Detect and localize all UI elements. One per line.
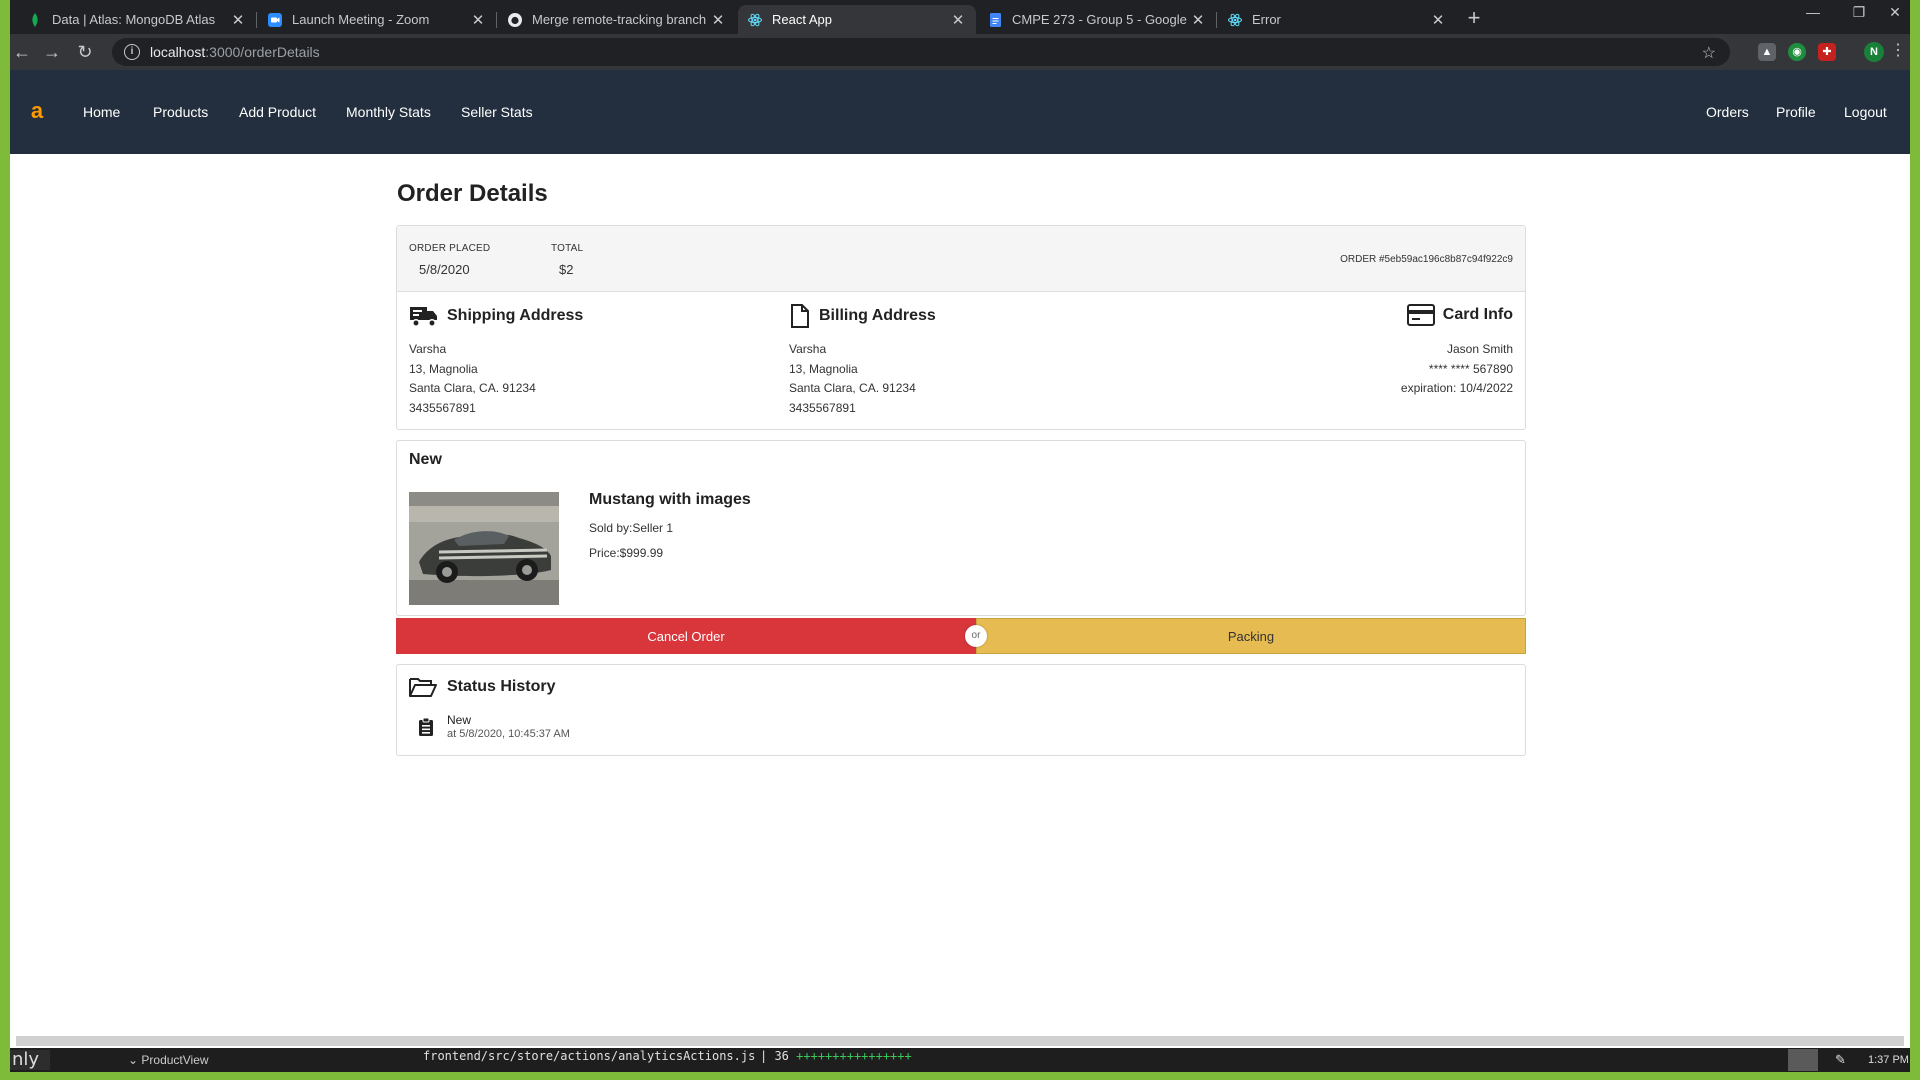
terminal-file-line: frontend/src/store/actions/analyticsActi… <box>423 1049 756 1063</box>
drive-extension-icon[interactable]: ▲ <box>1758 43 1776 61</box>
profile-avatar[interactable]: N <box>1864 42 1884 62</box>
product-view-dropdown[interactable]: ⌄ ProductView <box>128 1053 209 1067</box>
taskbar-box[interactable] <box>1788 1049 1818 1071</box>
reload-icon[interactable]: ↻ <box>73 40 97 64</box>
browser-window: Data | Atlas: MongoDB Atlas ✕ Launch Mee… <box>10 0 1910 1072</box>
order-item-card: New Mustang with images Sold by:Seller 1… <box>396 440 1526 616</box>
product-seller: Sold by:Seller 1 <box>589 521 674 535</box>
close-window-icon[interactable]: ✕ <box>1880 4 1910 21</box>
shipping-address: Varsha 13, Magnolia Santa Clara, CA. 912… <box>409 342 536 415</box>
chevron-down-icon: ⌄ <box>128 1053 142 1067</box>
browser-toolbar: ← → ↻ i localhost:3000/orderDetails ☆ ▲ … <box>10 34 1910 70</box>
order-summary-card: ORDER PLACED 5/8/2020 TOTAL $2 ORDER #5e… <box>396 225 1526 430</box>
order-total-label: TOTAL <box>551 243 584 254</box>
pen-icon[interactable]: ✎ <box>1835 1052 1846 1068</box>
clipboard-list-icon <box>419 717 433 741</box>
horizontal-scrollbar[interactable] <box>16 1036 1904 1046</box>
order-header: ORDER PLACED 5/8/2020 TOTAL $2 ORDER #5e… <box>397 226 1525 292</box>
close-tab-icon[interactable]: ✕ <box>1430 11 1446 29</box>
document-icon <box>789 304 811 328</box>
terminal-diff-stat: | 36 ++++++++++++++++ <box>760 1049 912 1063</box>
close-tab-icon[interactable]: ✕ <box>710 11 726 29</box>
billing-heading: Billing Address <box>789 304 936 328</box>
or-divider: or <box>965 625 987 647</box>
history-entry-status: New <box>447 713 472 727</box>
nav-seller-stats[interactable]: Seller Stats <box>461 104 533 120</box>
product-image[interactable] <box>409 492 559 605</box>
close-tab-icon[interactable]: ✕ <box>470 11 486 29</box>
order-total-value: $2 <box>559 262 574 277</box>
app-navbar: a Home Products Add Product Monthly Stat… <box>10 70 1910 154</box>
history-entry-time: at 5/8/2020, 10:45:37 AM <box>447 728 570 740</box>
forward-icon[interactable]: → <box>40 40 64 64</box>
close-tab-icon[interactable]: ✕ <box>950 11 966 29</box>
status-history-heading: Status History <box>409 677 555 697</box>
back-icon[interactable]: ← <box>10 40 34 64</box>
react-icon <box>748 13 762 27</box>
order-number: ORDER #5eb59ac196c8b87c94f922c9 <box>1340 254 1513 265</box>
mongodb-leaf-icon <box>28 12 42 27</box>
product-name[interactable]: Mustang with images <box>589 491 751 509</box>
tab-google-docs[interactable]: CMPE 273 - Group 5 - Google Do ✕ <box>978 5 1217 34</box>
restore-icon[interactable]: ❐ <box>1844 4 1874 21</box>
nav-products[interactable]: Products <box>153 104 208 120</box>
close-tab-icon[interactable]: ✕ <box>1190 11 1206 29</box>
minimize-icon[interactable]: — <box>1798 4 1828 20</box>
tab-mongodb[interactable]: Data | Atlas: MongoDB Atlas ✕ <box>18 5 257 34</box>
taskbar: nly ⌄ ProductView frontend/src/store/act… <box>10 1048 1910 1072</box>
item-status: New <box>409 451 442 468</box>
close-tab-icon[interactable]: ✕ <box>230 11 246 29</box>
tab-error[interactable]: Error ✕ <box>1218 5 1456 34</box>
status-history-card: Status History New at 5/8/2020, 10:45:37… <box>396 664 1526 756</box>
zoom-icon <box>268 12 282 27</box>
nav-add-product[interactable]: Add Product <box>239 104 316 120</box>
cancel-order-button[interactable]: Cancel Order <box>396 618 976 654</box>
new-tab-button[interactable]: + <box>1460 5 1488 33</box>
amazon-logo-icon[interactable]: a <box>26 98 48 124</box>
taskbar-clock: 1:37 PM <box>1868 1054 1909 1066</box>
credit-card-icon <box>1406 304 1435 326</box>
tab-react-app[interactable]: React App ✕ <box>738 5 976 34</box>
nav-home[interactable]: Home <box>83 104 120 120</box>
product-price: Price:$999.99 <box>589 546 664 560</box>
nav-logout[interactable]: Logout <box>1844 104 1887 120</box>
page-title: Order Details <box>397 180 548 207</box>
taskbar-left-text: nly <box>10 1050 50 1070</box>
card-info: Jason Smith **** **** 567890 expiration:… <box>1400 342 1513 395</box>
shipping-heading: Shipping Address <box>409 304 583 328</box>
nav-profile[interactable]: Profile <box>1776 104 1816 120</box>
nav-monthly-stats[interactable]: Monthly Stats <box>346 104 431 120</box>
tab-strip: Data | Atlas: MongoDB Atlas ✕ Launch Mee… <box>10 0 1910 34</box>
card-info-heading: Card Info <box>1406 304 1513 326</box>
tab-github[interactable]: Merge remote-tracking branch 'c ✕ <box>498 5 736 34</box>
order-placed-label: ORDER PLACED <box>409 243 491 254</box>
google-docs-icon <box>988 12 1002 27</box>
nav-orders[interactable]: Orders <box>1706 104 1749 120</box>
billing-address: Varsha 13, Magnolia Santa Clara, CA. 912… <box>789 342 916 415</box>
packing-button[interactable]: Packing <box>976 618 1526 654</box>
bookmark-star-icon[interactable]: ☆ <box>1702 43 1716 63</box>
extension-red-icon[interactable]: ✚ <box>1818 43 1836 61</box>
folder-open-icon <box>409 677 437 697</box>
site-info-icon[interactable]: i <box>124 44 140 60</box>
browser-menu-icon[interactable]: ⋮ <box>1890 40 1906 60</box>
order-action-bar: Cancel Order Packing or <box>396 618 1526 654</box>
tab-zoom[interactable]: Launch Meeting - Zoom ✕ <box>258 5 497 34</box>
shipping-truck-icon <box>409 304 439 328</box>
order-placed-date: 5/8/2020 <box>419 262 470 277</box>
address-bar[interactable]: i localhost:3000/orderDetails ☆ <box>112 38 1730 66</box>
react-icon <box>1228 13 1242 27</box>
extension-circle-icon[interactable]: ◉ <box>1788 43 1806 61</box>
github-icon <box>508 12 522 27</box>
